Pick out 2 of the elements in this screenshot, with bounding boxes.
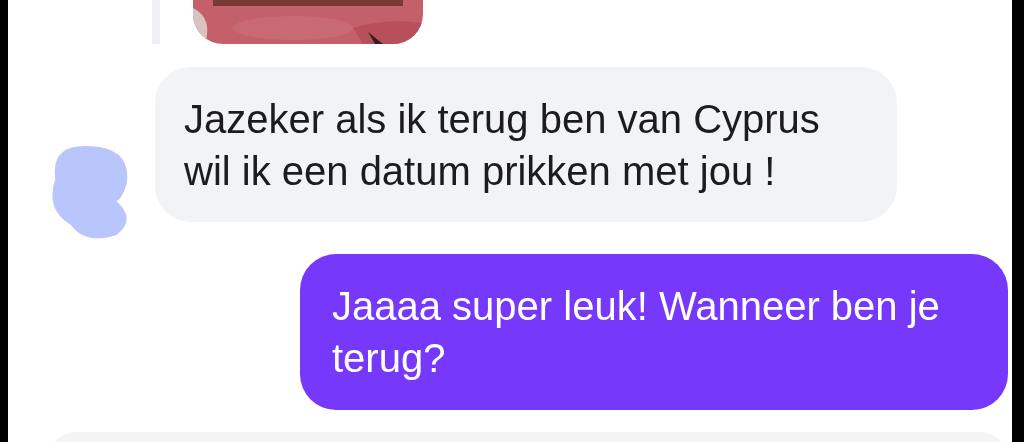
message-bubble: Jaaaa super leuk! Wanneer ben je terug? <box>300 254 1008 410</box>
message-bubble: Jazeker als ik terug ben van Cyprus wil ik een datum prikken met jou ! <box>155 67 897 222</box>
